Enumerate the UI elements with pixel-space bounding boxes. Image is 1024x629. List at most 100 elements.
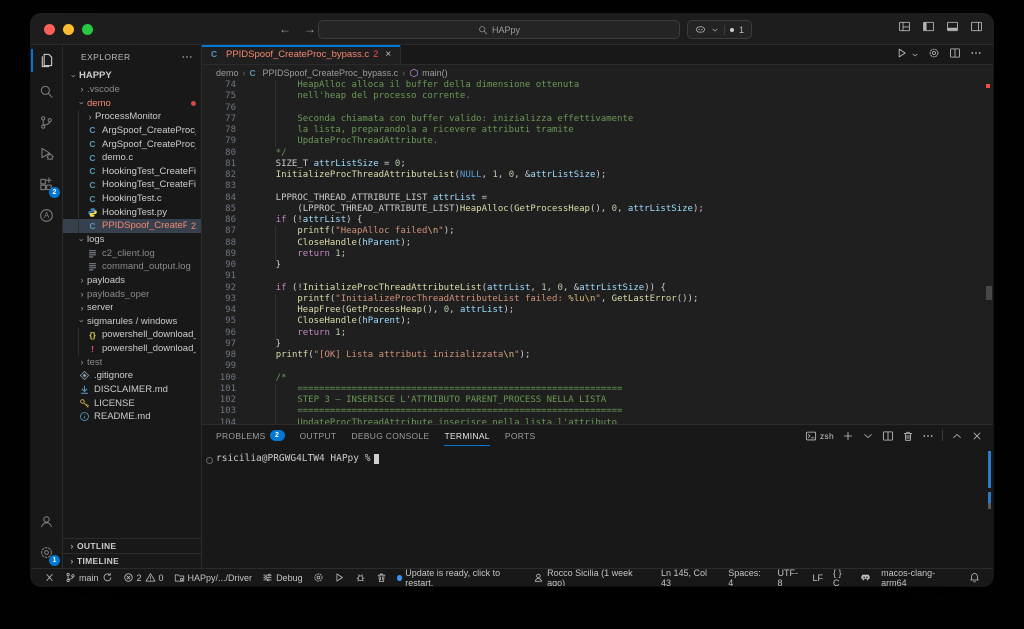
kill-terminal-button[interactable] — [902, 430, 914, 442]
status-language-mode[interactable]: { } C — [828, 569, 855, 586]
terminal-more-button[interactable] — [922, 430, 934, 442]
status-git-branch[interactable]: main — [60, 569, 118, 586]
status-build[interactable] — [308, 569, 329, 586]
tree-item[interactable]: README.md — [63, 410, 201, 424]
tree-item[interactable]: ›demo — [63, 96, 201, 110]
tree-item[interactable]: CHookingTest.c — [63, 192, 201, 206]
tree-item[interactable]: ›logs — [63, 233, 201, 247]
close-window-button[interactable] — [44, 24, 55, 35]
tree-item[interactable]: CPPIDSpoof_CreatePro…2 — [63, 219, 201, 233]
activity-item-settings[interactable]: 1 — [31, 537, 62, 568]
split-terminal-button[interactable] — [882, 430, 894, 442]
close-panel-button[interactable] — [971, 430, 983, 442]
tree-item[interactable]: DISCLAIMER.md — [63, 383, 201, 397]
breadcrumb-item[interactable]: demo — [216, 68, 239, 78]
tree-item[interactable]: CHookingTest_CreateFile_b… — [63, 164, 201, 178]
status-debug[interactable] — [350, 569, 371, 586]
toggle-sidebar-right-button[interactable] — [970, 20, 983, 38]
chevron-down-icon: › — [77, 316, 87, 326]
toggle-panel-bottom-button[interactable] — [946, 20, 959, 38]
editor-scrollbar[interactable] — [986, 286, 992, 300]
tree-item[interactable]: !powershell_download_exe… — [63, 342, 201, 356]
toggle-sidebar-left-button[interactable] — [922, 20, 935, 38]
status-build-variant[interactable]: Debug — [257, 569, 308, 586]
status-update-notice[interactable]: Update is ready, click to restart. — [392, 569, 529, 586]
status-cursor-position[interactable]: Ln 145, Col 43 — [656, 569, 723, 586]
activity-item-a-extension[interactable]: A — [31, 200, 62, 231]
breadcrumb-item[interactable]: CPPIDSpoof_CreateProc_bypass.c — [250, 68, 399, 78]
timeline-section[interactable]: › TIMELINE — [63, 553, 201, 568]
code-editor[interactable]: 74 HeapAlloc alloca il buffer della dime… — [202, 80, 993, 424]
status-notifications[interactable] — [964, 569, 985, 586]
activity-item-accounts[interactable] — [31, 506, 62, 537]
status-problems[interactable]: 20 — [118, 569, 169, 586]
tree-item[interactable]: command_output.log — [63, 260, 201, 274]
status-label: { } C — [833, 568, 850, 587]
activity-item-explorer[interactable] — [31, 45, 62, 76]
panel-tab-debug-console[interactable]: DEBUG CONSOLE — [351, 425, 429, 446]
terminal-scrollbar[interactable] — [988, 503, 991, 509]
tree-item[interactable]: CArgSpoof_CreateProc_nor… — [63, 137, 201, 151]
back-button[interactable]: ← — [279, 21, 291, 37]
zoom-window-button[interactable] — [82, 24, 93, 35]
breadcrumb-item[interactable]: main() — [409, 68, 448, 78]
outline-section[interactable]: › OUTLINE — [63, 538, 201, 553]
status-indentation[interactable]: Spaces: 4 — [723, 569, 772, 586]
tree-item[interactable]: {}powershell_download_exe… — [63, 328, 201, 342]
chev-down-small-button[interactable] — [917, 46, 919, 64]
shell-selector-button[interactable]: zsh — [805, 430, 834, 442]
status-extension-pet[interactable] — [855, 569, 876, 586]
command-center-search[interactable]: HAPpy — [318, 20, 680, 39]
activity-item-search[interactable] — [31, 76, 62, 107]
new-terminal-button[interactable] — [842, 430, 854, 442]
terminal[interactable]: rsicilia@PRGWG4LTW4 HAPpy % — [202, 446, 993, 568]
status-run[interactable] — [329, 569, 350, 586]
tree-item-label: .gitignore — [94, 370, 133, 381]
tree-item[interactable]: CHookingTest_CreateFile_n… — [63, 178, 201, 192]
tree-item[interactable]: ›payloads_oper — [63, 287, 201, 301]
more-actions-icon[interactable] — [181, 51, 193, 63]
activity-item-run-and-debug[interactable] — [31, 138, 62, 169]
forward-button[interactable]: → — [304, 21, 316, 37]
status-clean[interactable] — [371, 569, 392, 586]
ellipsis-button[interactable] — [970, 46, 982, 64]
activity-item-extensions[interactable]: 2 — [31, 169, 62, 200]
tree-item[interactable]: ›sigmarules / windows — [63, 315, 201, 329]
panel-tab-ports[interactable]: PORTS — [505, 425, 536, 446]
tree-item[interactable]: ›server — [63, 301, 201, 315]
code-line: 100 /* — [202, 373, 993, 384]
terminal-dropdown-button[interactable] — [862, 430, 874, 442]
tree-item[interactable]: ›payloads — [63, 274, 201, 288]
tree-item[interactable]: ›HAPPY — [63, 69, 201, 83]
tree-item[interactable]: Cdemo.c — [63, 151, 201, 165]
status-encoding[interactable]: UTF-8 — [772, 569, 807, 586]
minimize-window-button[interactable] — [63, 24, 74, 35]
panel-tab-problems[interactable]: PROBLEMS2 — [216, 425, 285, 446]
tree-item[interactable]: c2_client.log — [63, 246, 201, 260]
tree-item[interactable]: ›ProcessMonitor — [63, 110, 201, 124]
gear-button[interactable] — [928, 46, 940, 64]
status-eol[interactable]: LF — [807, 569, 828, 586]
panel-tab-output[interactable]: OUTPUT — [300, 425, 337, 446]
tree-item[interactable]: ›test — [63, 355, 201, 369]
status-remote-indicator[interactable] — [39, 569, 60, 586]
toggle-layout-button[interactable] — [898, 20, 911, 38]
tree-item[interactable]: LICENSE — [63, 396, 201, 410]
copilot-menu[interactable]: 1 — [687, 20, 752, 39]
status-launch-target[interactable]: HAPpy/.../Driver — [169, 569, 258, 586]
maximize-panel-button[interactable] — [951, 430, 963, 442]
close-tab-icon[interactable]: × — [385, 49, 391, 60]
split-button[interactable] — [949, 46, 961, 64]
status-git-blame[interactable]: Rocco Sicilia (1 week ago) — [528, 569, 656, 586]
tree-item[interactable]: HookingTest.py — [63, 205, 201, 219]
tree-item[interactable]: CArgSpoof_CreateProc_byp… — [63, 124, 201, 138]
split-icon — [949, 47, 961, 59]
editor-tab[interactable]: C PPIDSpoof_CreateProc_bypass.c 2 × — [202, 45, 401, 64]
activity-item-source-control[interactable] — [31, 107, 62, 138]
breadcrumb-separator: › — [243, 68, 246, 78]
tree-item[interactable]: .gitignore — [63, 369, 201, 383]
play-button[interactable] — [896, 46, 908, 64]
panel-tab-terminal[interactable]: TERMINAL — [444, 425, 489, 446]
tree-item[interactable]: ›.vscode — [63, 83, 201, 97]
status-cmake-kit[interactable]: macos-clang-arm64 — [876, 569, 964, 586]
